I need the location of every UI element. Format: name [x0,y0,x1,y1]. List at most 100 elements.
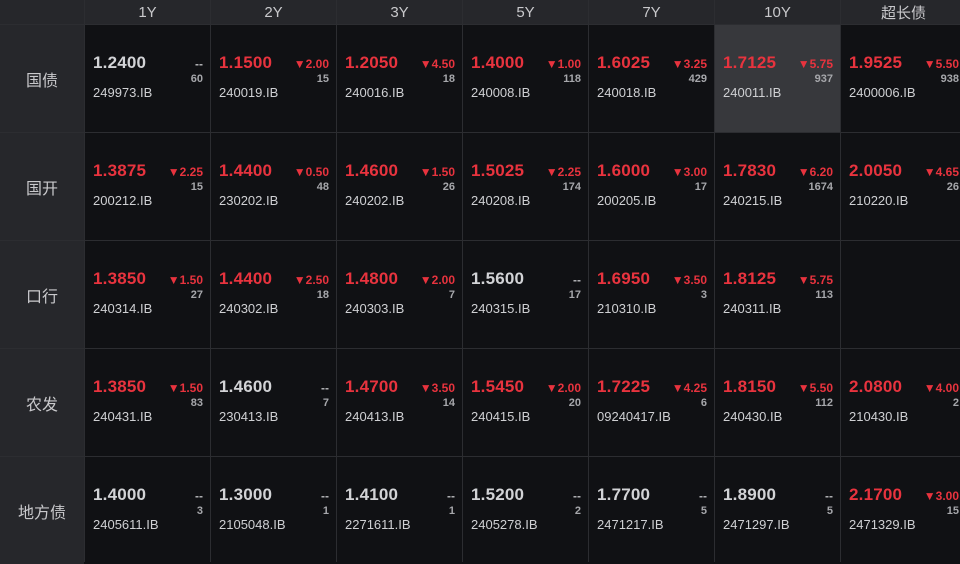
quote-cell[interactable]: 1.1500 ▼2.00 15 240019.IB [211,25,336,132]
quote-cell[interactable]: 1.2400 -- 60 249973.IB [85,25,210,132]
row-header[interactable]: 国债 [0,25,84,132]
quote-cell[interactable]: 1.7125 ▼5.75 937 240011.IB [715,25,840,132]
quote-cell[interactable]: 1.6000 ▼3.00 17 200205.IB [589,133,714,240]
yield-change: -- [321,489,329,503]
yield-change: ▼1.00 [545,57,581,71]
column-header-5y[interactable]: 5Y [463,0,588,24]
yield-value: 1.4400 [219,269,273,288]
quote-cell[interactable]: 1.3875 ▼2.25 15 200212.IB [85,133,210,240]
quote-cell[interactable]: 2.0050 ▼4.65 26 210220.IB [841,133,960,240]
quote-cell[interactable]: 1.5200 -- 2 2405278.IB [463,457,588,564]
yield-value: 1.4600 [345,161,399,180]
quote-cell[interactable]: 1.8125 ▼5.75 113 240311.IB [715,241,840,348]
quote-cell[interactable]: 1.4700 ▼3.50 14 240413.IB [337,349,462,456]
yield-value: 1.3000 [219,485,273,504]
quote-cell[interactable]: 1.4400 ▼0.50 48 230202.IB [211,133,336,240]
yield-value: 1.6000 [597,161,651,180]
yield-change: ▼2.00 [545,381,581,395]
yield-change: ▼1.50 [167,381,203,395]
quote-cell[interactable]: 1.4400 ▼2.50 18 240302.IB [211,241,336,348]
row-header[interactable]: 国开 [0,133,84,240]
quote-cell[interactable]: 1.6025 ▼3.25 429 240018.IB [589,25,714,132]
bond-code: 240018.IB [597,85,657,100]
quote-cell[interactable]: 1.4100 -- 1 2271611.IB [337,457,462,564]
quote-cell[interactable]: 2.1700 ▼3.00 15 2471329.IB [841,457,960,564]
yield-value: 1.7125 [723,53,777,72]
quote-cell[interactable]: 1.4600 -- 7 230413.IB [211,349,336,456]
bond-code: 2271611.IB [345,517,411,532]
quote-cell[interactable]: 2.0800 ▼4.00 2 210430.IB [841,349,960,456]
trade-count: 27 [190,289,203,301]
row-header[interactable]: 口行 [0,241,84,348]
bond-code: 240415.IB [471,409,531,424]
quote-cell[interactable]: 1.3850 ▼1.50 27 240314.IB [85,241,210,348]
bond-code: 2471329.IB [849,517,916,532]
yield-value: 1.9525 [849,53,903,72]
yield-value: 1.5450 [471,377,525,396]
quote-cell[interactable]: 1.4600 ▼1.50 26 240202.IB [337,133,462,240]
yield-value: 1.1500 [219,53,273,72]
yield-change: -- [447,489,455,503]
column-header-1y[interactable]: 1Y [85,0,210,24]
yield-change: ▼3.50 [671,273,707,287]
column-header-超长债[interactable]: 超长债 [841,0,960,24]
bond-code: 230202.IB [219,193,279,208]
trade-count: 3 [196,505,203,517]
bond-code: 2471297.IB [723,517,790,532]
bond-code: 249973.IB [93,85,153,100]
bond-code: 240202.IB [345,193,405,208]
column-header-7y[interactable]: 7Y [589,0,714,24]
quote-cell[interactable]: 1.8900 -- 5 2471297.IB [715,457,840,564]
quote-cell[interactable]: 1.8150 ▼5.50 112 240430.IB [715,349,840,456]
column-header-10y[interactable]: 10Y [715,0,840,24]
quote-cell[interactable]: 1.2050 ▼4.50 18 240016.IB [337,25,462,132]
trade-count: 17 [694,181,707,193]
quote-cell[interactable]: 1.5600 -- 17 240315.IB [463,241,588,348]
trade-count: 26 [946,181,959,193]
trade-count: 83 [190,397,203,409]
row-header[interactable]: 地方债 [0,457,84,564]
trade-count: 112 [815,397,833,409]
yield-change: ▼3.00 [923,489,959,503]
yield-value: 1.5200 [471,485,525,504]
quote-cell[interactable]: 1.7700 -- 5 2471217.IB [589,457,714,564]
quote-cell[interactable]: 1.9525 ▼5.50 938 2400006.IB [841,25,960,132]
yield-value: 1.4800 [345,269,399,288]
bond-code: 240430.IB [723,409,783,424]
yield-change: -- [699,489,707,503]
trade-count: 18 [442,73,455,85]
column-header-3y[interactable]: 3Y [337,0,462,24]
yield-value: 1.4400 [219,161,273,180]
yield-change: ▼2.00 [419,273,455,287]
quote-cell[interactable]: 1.4000 ▼1.00 118 240008.IB [463,25,588,132]
yield-value: 1.8900 [723,485,777,504]
quote-cell[interactable]: 1.6950 ▼3.50 3 210310.IB [589,241,714,348]
bond-code: 240011.IB [723,85,782,100]
quote-cell[interactable]: 1.4800 ▼2.00 7 240303.IB [337,241,462,348]
yield-change: -- [195,489,203,503]
quote-cell[interactable]: 1.5025 ▼2.25 174 240208.IB [463,133,588,240]
quote-cell[interactable]: 1.5450 ▼2.00 20 240415.IB [463,349,588,456]
trade-count: 1 [448,505,455,517]
yield-value: 2.1700 [849,485,903,504]
trade-count: 5 [826,505,833,517]
yield-change: ▼5.75 [797,57,833,71]
trade-count: 7 [448,289,455,301]
quote-cell[interactable]: 1.3000 -- 1 2105048.IB [211,457,336,564]
yield-change: ▼4.65 [923,165,959,179]
yield-value: 1.7225 [597,377,651,396]
trade-count: 15 [946,505,959,517]
trade-count: 429 [688,73,707,85]
bond-code: 240311.IB [723,301,782,316]
yield-value: 1.2400 [93,53,147,72]
trade-count: 3 [700,289,707,301]
bond-code: 240008.IB [471,85,531,100]
yield-change: ▼5.75 [797,273,833,287]
quote-cell[interactable]: 1.7225 ▼4.25 6 09240417.IB [589,349,714,456]
quote-cell[interactable]: 1.4000 -- 3 2405611.IB [85,457,210,564]
bond-code: 210310.IB [597,301,657,316]
quote-cell[interactable]: 1.3850 ▼1.50 83 240431.IB [85,349,210,456]
quote-cell[interactable]: 1.7830 ▼6.20 1674 240215.IB [715,133,840,240]
row-header[interactable]: 农发 [0,349,84,456]
column-header-2y[interactable]: 2Y [211,0,336,24]
